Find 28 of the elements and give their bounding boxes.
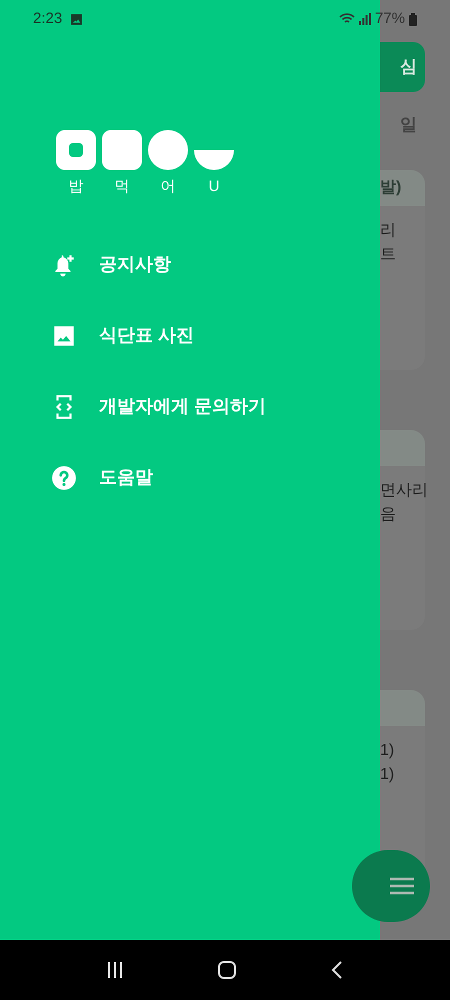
logo-letter: U [208,177,220,197]
card-header [380,690,425,726]
home-icon[interactable] [216,960,237,980]
card-text: 1) [380,764,396,784]
logo-bowl-icon [194,150,234,170]
signal-icon [358,13,371,25]
logo-letter: 먹 [114,177,130,197]
card-text: 리 [380,220,397,240]
logo-letter: 어 [160,177,176,197]
card-text: 음 [380,504,397,524]
drawer-menu-item[interactable]: 개발자에게 문의하기 [51,388,380,424]
card-title: 발) [380,178,402,198]
card-text: 1) [380,740,396,760]
help-icon [51,464,77,490]
logo-square-icon [56,130,96,170]
drawer-menu-item[interactable]: 공지사항 [51,246,380,282]
card-text: 트 [380,244,397,264]
status-time: 2:23 [33,8,62,29]
back-icon[interactable] [330,960,344,980]
recent-apps-icon[interactable] [106,961,124,979]
drawer-menu-item[interactable]: 식단표 사진 [51,318,380,354]
card-header [380,430,425,466]
menu-icon [390,877,414,895]
logo-letter: 밥 [68,177,84,197]
card-text: 면사리 [380,480,425,500]
drawer-menu-item[interactable]: 도움말 [51,460,380,496]
battery-icon [409,12,417,26]
logo-square-icon [102,130,142,170]
